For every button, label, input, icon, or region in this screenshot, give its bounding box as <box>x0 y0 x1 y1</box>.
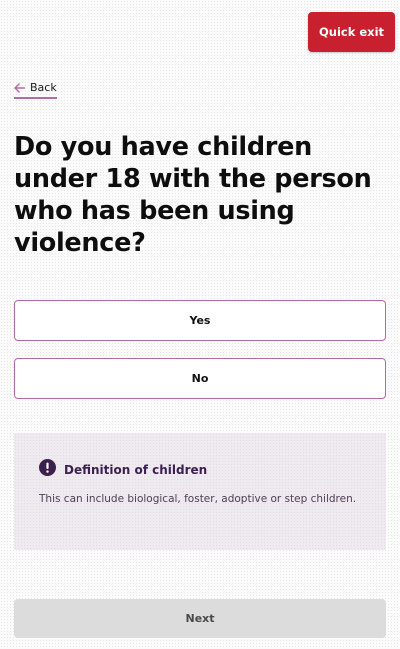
next-button[interactable]: Next <box>14 599 386 638</box>
page-title: Do you have children under 18 with the p… <box>14 132 372 258</box>
quick-exit-button[interactable]: Quick exit <box>308 12 395 52</box>
back-label: Back <box>30 81 57 94</box>
definition-header: Definition of children <box>39 459 207 480</box>
definition-title: Definition of children <box>64 462 208 477</box>
exclamation-icon <box>39 459 56 480</box>
option-yes-label: Yes <box>189 314 211 327</box>
option-no-label: No <box>191 372 209 385</box>
definition-body: This can include biological, foster, ado… <box>39 493 357 505</box>
back-link[interactable]: Back <box>14 81 57 99</box>
option-yes-button[interactable]: Yes <box>14 300 386 341</box>
definition-panel: Definition of children This can include … <box>14 433 386 550</box>
option-no-button[interactable]: No <box>14 358 386 399</box>
arrow-left-icon <box>14 82 25 93</box>
